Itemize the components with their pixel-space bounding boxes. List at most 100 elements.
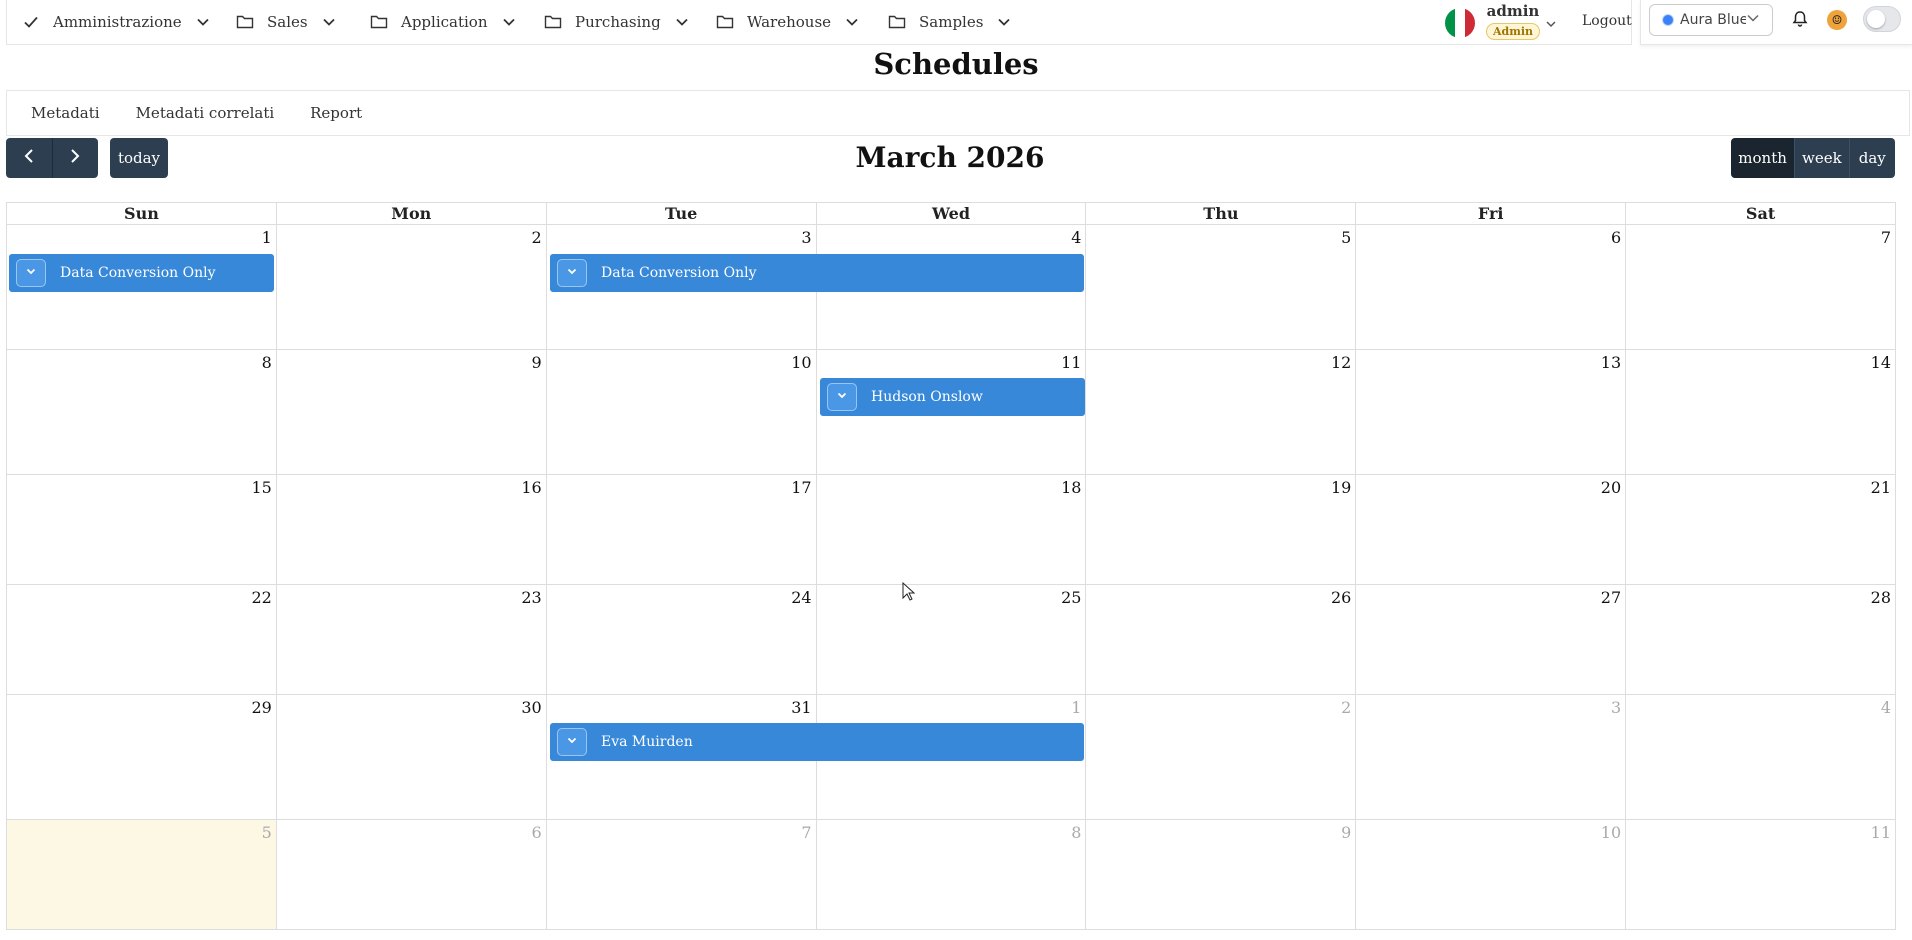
day-number[interactable]: 25 [1061, 588, 1081, 607]
view-month-button[interactable]: month [1731, 138, 1795, 178]
day-cell[interactable]: 22 [7, 585, 277, 695]
day-number[interactable]: 19 [1331, 478, 1351, 497]
event-expand-button[interactable] [557, 259, 587, 287]
dark-mode-toggle[interactable] [1863, 6, 1901, 32]
theme-select[interactable]: Aura Blue [1649, 4, 1773, 36]
day-number[interactable]: 3 [801, 228, 811, 247]
day-cell[interactable]: 14 [1626, 350, 1897, 475]
day-number[interactable]: 11 [1871, 823, 1891, 842]
event-expand-button[interactable] [557, 728, 587, 756]
day-number[interactable]: 17 [791, 478, 811, 497]
event-expand-button[interactable] [16, 259, 46, 287]
day-cell[interactable]: 13 [1356, 350, 1627, 475]
day-cell[interactable]: 19 [1086, 475, 1357, 585]
menu-purchasing[interactable]: Purchasing [543, 0, 689, 44]
day-cell[interactable]: 7 [546, 820, 817, 930]
day-cell[interactable]: 8 [816, 820, 1087, 930]
logout-link[interactable]: Logout [1582, 13, 1632, 29]
day-cell[interactable]: 7 [1626, 225, 1897, 350]
day-cell[interactable]: 23 [276, 585, 547, 695]
tab-report[interactable]: Report [310, 104, 362, 122]
day-number[interactable]: 8 [262, 353, 272, 372]
day-number[interactable]: 6 [1611, 228, 1621, 247]
day-number[interactable]: 21 [1871, 478, 1891, 497]
day-number[interactable]: 11 [1061, 353, 1081, 372]
day-cell[interactable]: 6 [276, 820, 547, 930]
menu-samples[interactable]: Samples [887, 0, 1011, 44]
day-number[interactable]: 2 [532, 228, 542, 247]
day-number[interactable]: 18 [1061, 478, 1081, 497]
menu-application[interactable]: Application [369, 0, 516, 44]
day-number[interactable]: 30 [521, 698, 541, 717]
menu-amministrazione[interactable]: Amministrazione [21, 0, 210, 44]
day-cell[interactable]: 24 [546, 585, 817, 695]
event-expand-button[interactable] [827, 383, 857, 411]
day-cell[interactable]: 3 [1356, 695, 1627, 820]
day-cell[interactable]: 6 [1356, 225, 1627, 350]
day-cell[interactable]: 9 [1086, 820, 1357, 930]
day-number[interactable]: 2 [1341, 698, 1351, 717]
avatar-icon[interactable]: ☺ [1827, 10, 1847, 30]
day-number[interactable]: 16 [521, 478, 541, 497]
day-cell[interactable]: 17 [546, 475, 817, 585]
user-menu[interactable]: admin Admin [1485, 2, 1541, 40]
day-number[interactable]: 13 [1601, 353, 1621, 372]
day-number[interactable]: 5 [1341, 228, 1351, 247]
day-number[interactable]: 7 [1881, 228, 1891, 247]
day-cell[interactable]: 29 [7, 695, 277, 820]
day-number[interactable]: 5 [262, 823, 272, 842]
calendar-event[interactable]: Eva Muirden [550, 723, 1084, 761]
day-cell[interactable]: 8 [7, 350, 277, 475]
day-number[interactable]: 28 [1871, 588, 1891, 607]
day-number[interactable]: 1 [262, 228, 272, 247]
day-number[interactable]: 8 [1071, 823, 1081, 842]
day-number[interactable]: 23 [521, 588, 541, 607]
day-cell[interactable]: 10 [1356, 820, 1627, 930]
day-cell[interactable]: 21 [1626, 475, 1897, 585]
day-number[interactable]: 20 [1601, 478, 1621, 497]
day-cell[interactable]: 30 [276, 695, 547, 820]
day-cell[interactable]: 9 [276, 350, 547, 475]
day-cell[interactable]: 28 [1626, 585, 1897, 695]
day-number[interactable]: 10 [791, 353, 811, 372]
day-cell[interactable]: 26 [1086, 585, 1357, 695]
calendar-event[interactable]: Hudson Onslow [820, 378, 1085, 416]
day-number[interactable]: 9 [1341, 823, 1351, 842]
day-number[interactable]: 29 [252, 698, 272, 717]
view-day-button[interactable]: day [1848, 138, 1895, 178]
calendar-event[interactable]: Data Conversion Only [9, 254, 274, 292]
day-number[interactable]: 27 [1601, 588, 1621, 607]
day-number[interactable]: 7 [801, 823, 811, 842]
day-number[interactable]: 12 [1331, 353, 1351, 372]
day-number[interactable]: 14 [1871, 353, 1891, 372]
chevron-down-icon[interactable] [1545, 15, 1557, 34]
day-cell[interactable]: 2 [276, 225, 547, 350]
day-number[interactable]: 15 [252, 478, 272, 497]
day-number[interactable]: 31 [791, 698, 811, 717]
view-week-button[interactable]: week [1794, 138, 1849, 178]
day-number[interactable]: 3 [1611, 698, 1621, 717]
day-cell[interactable]: 25 [816, 585, 1087, 695]
day-number[interactable]: 24 [791, 588, 811, 607]
day-cell-today[interactable]: 5 [7, 820, 277, 930]
day-number[interactable]: 10 [1601, 823, 1621, 842]
tab-metadati[interactable]: Metadati [31, 104, 100, 122]
day-cell[interactable]: 10 [546, 350, 817, 475]
day-cell[interactable]: 4 [1626, 695, 1897, 820]
day-cell[interactable]: 15 [7, 475, 277, 585]
day-cell[interactable]: 2 [1086, 695, 1357, 820]
day-number[interactable]: 9 [532, 353, 542, 372]
day-cell[interactable]: 20 [1356, 475, 1627, 585]
menu-sales[interactable]: Sales [235, 0, 336, 44]
day-number[interactable]: 4 [1881, 698, 1891, 717]
day-number[interactable]: 1 [1071, 698, 1081, 717]
day-cell[interactable]: 18 [816, 475, 1087, 585]
day-number[interactable]: 22 [252, 588, 272, 607]
day-cell[interactable]: 27 [1356, 585, 1627, 695]
day-cell[interactable]: 16 [276, 475, 547, 585]
tab-metadati-correlati[interactable]: Metadati correlati [136, 104, 275, 122]
day-cell[interactable]: 12 [1086, 350, 1357, 475]
day-cell[interactable]: 5 [1086, 225, 1357, 350]
day-cell[interactable]: 11 [1626, 820, 1897, 930]
day-number[interactable]: 26 [1331, 588, 1351, 607]
